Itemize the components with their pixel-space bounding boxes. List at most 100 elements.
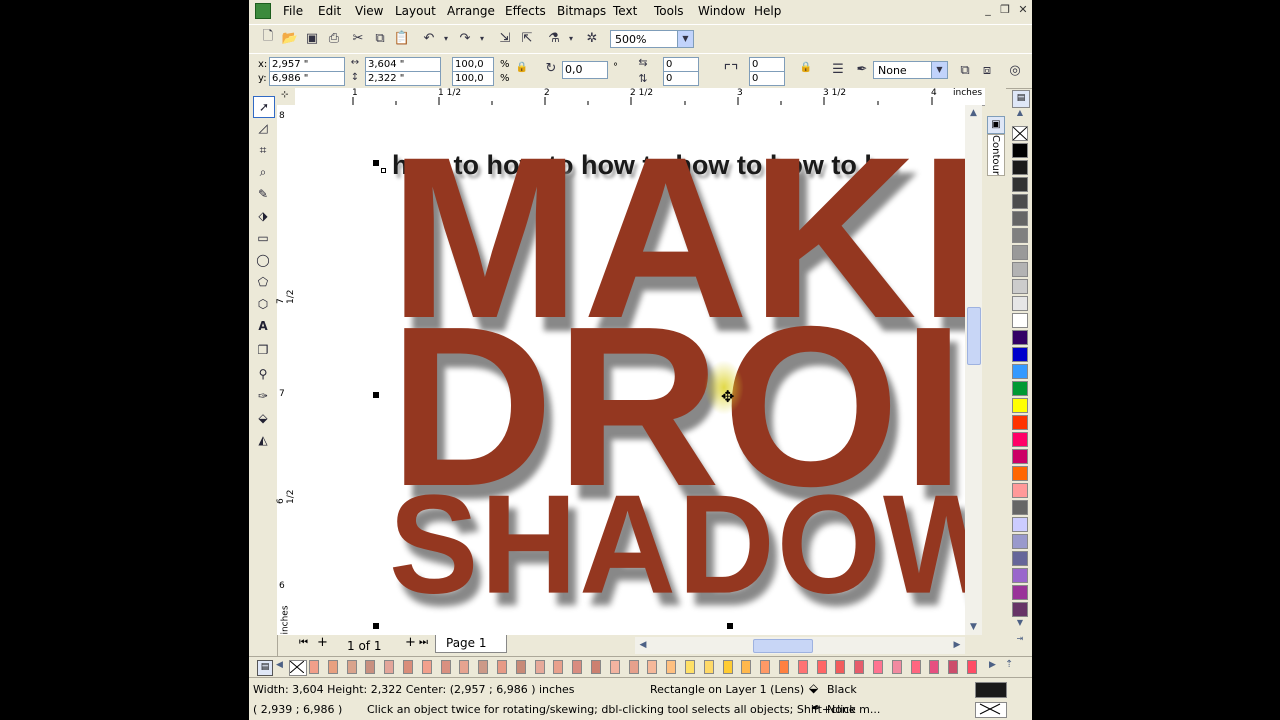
menu-window[interactable]: Window bbox=[698, 4, 745, 18]
import-icon[interactable]: ⇲ bbox=[495, 28, 515, 48]
palette-expand-icon[interactable]: ⇥ bbox=[1012, 634, 1028, 647]
save-icon[interactable]: ▣ bbox=[302, 28, 322, 48]
chevron-down-icon[interactable]: ▼ bbox=[677, 31, 693, 47]
document-palette-swatch[interactable] bbox=[873, 660, 883, 674]
to-front-icon[interactable]: ⧉ bbox=[955, 60, 975, 80]
undo-dropdown-icon[interactable]: ▾ bbox=[436, 28, 456, 48]
palette-swatch[interactable] bbox=[1012, 449, 1028, 464]
palette-swatch[interactable] bbox=[1012, 228, 1028, 243]
corner-roundness-2[interactable]: 0 bbox=[663, 71, 699, 86]
document-palette-swatch[interactable] bbox=[553, 660, 564, 674]
outline-width-combo[interactable]: None ▼ bbox=[873, 61, 948, 79]
palette-swatch[interactable] bbox=[1012, 602, 1028, 617]
corner-roundness-1[interactable]: 0 bbox=[663, 57, 699, 72]
document-palette-swatch[interactable] bbox=[685, 660, 695, 674]
menu-layout[interactable]: Layout bbox=[395, 4, 436, 18]
scale-y-field[interactable]: 100,0 bbox=[452, 71, 494, 86]
palette-swatch[interactable] bbox=[1012, 585, 1028, 600]
palette-swatch[interactable] bbox=[1012, 415, 1028, 430]
document-palette-swatch[interactable] bbox=[384, 660, 395, 674]
palette-swatch[interactable] bbox=[1012, 347, 1028, 362]
scroll-down-icon[interactable]: ▼ bbox=[965, 619, 982, 635]
document-palette-swatch[interactable] bbox=[628, 660, 639, 674]
palette-swatch[interactable] bbox=[1012, 211, 1028, 226]
document-palette-swatch[interactable] bbox=[816, 660, 827, 674]
text-tool-icon[interactable]: A bbox=[253, 316, 273, 336]
selection-handle[interactable] bbox=[373, 160, 379, 166]
document-palette-swatch[interactable] bbox=[779, 660, 789, 674]
zoom-tool-icon[interactable]: ⌕ bbox=[253, 162, 273, 182]
docker-tab-icon[interactable]: ▣ bbox=[987, 116, 1005, 134]
palette-scroll-down-icon[interactable]: ▼ bbox=[1012, 618, 1028, 631]
copy-icon[interactable]: ⧉ bbox=[370, 28, 390, 48]
document-palette-swatch[interactable] bbox=[346, 660, 357, 674]
drawing-canvas[interactable]: how to how to how to how to how to ho MA… bbox=[295, 105, 965, 635]
crop-tool-icon[interactable]: ⌗ bbox=[253, 140, 273, 160]
palette-swatch[interactable] bbox=[1012, 279, 1028, 294]
y-position-field[interactable]: 6,986 " bbox=[269, 71, 345, 86]
add-page-icon[interactable]: + bbox=[317, 635, 328, 650]
scroll-left-icon[interactable]: ◀ bbox=[276, 660, 283, 670]
palette-swatch[interactable] bbox=[1012, 313, 1028, 328]
palette-swatch[interactable] bbox=[1012, 381, 1028, 396]
open-file-icon[interactable]: 📂 bbox=[280, 28, 300, 48]
palette-scroll-up-icon[interactable]: ▲ bbox=[1012, 108, 1028, 121]
menu-help[interactable]: Help bbox=[754, 4, 781, 18]
palette-swatch[interactable] bbox=[1012, 364, 1028, 379]
corner-roundness-3[interactable]: 0 bbox=[749, 57, 785, 72]
menu-view[interactable]: View bbox=[355, 4, 383, 18]
document-palette-swatch[interactable] bbox=[797, 660, 808, 674]
menu-text[interactable]: Text bbox=[613, 4, 637, 18]
document-palette-swatch[interactable] bbox=[609, 660, 620, 674]
page-tab[interactable]: Page 1 bbox=[435, 635, 507, 653]
document-palette-swatch[interactable] bbox=[835, 660, 846, 674]
palette-swatch[interactable] bbox=[1012, 245, 1028, 260]
rotate-icon[interactable]: ↻ bbox=[543, 60, 559, 76]
document-palette-swatch[interactable] bbox=[666, 660, 677, 674]
paste-icon[interactable]: 📋 bbox=[392, 28, 412, 48]
vertical-scrollbar[interactable]: ▲ ▼ bbox=[965, 105, 982, 635]
vertical-ruler[interactable]: 8 7 1/2 7 6 1/2 6 inches bbox=[276, 105, 296, 635]
palette-swatch[interactable] bbox=[1012, 330, 1028, 345]
scroll-thumb[interactable] bbox=[753, 639, 813, 653]
palette-swatch[interactable] bbox=[1012, 296, 1028, 311]
ruler-origin[interactable]: ⊹ bbox=[277, 88, 295, 105]
document-palette-swatch[interactable] bbox=[403, 660, 413, 674]
document-palette-swatch[interactable] bbox=[327, 660, 338, 674]
launcher-dropdown-icon[interactable]: ▾ bbox=[561, 28, 581, 48]
palette-swatch[interactable] bbox=[1012, 500, 1028, 515]
pick-tool-icon[interactable]: ➚ bbox=[253, 96, 275, 118]
horizontal-ruler[interactable]: 1 1 1/2 2 2 1/2 3 3 1/2 4 inches bbox=[295, 88, 985, 106]
palette-expand-icon[interactable]: ⇡ bbox=[1005, 659, 1013, 670]
scroll-thumb[interactable] bbox=[967, 307, 981, 365]
no-color-swatch[interactable] bbox=[1012, 126, 1028, 141]
scroll-left-icon[interactable]: ◀ bbox=[635, 637, 651, 654]
document-palette-swatch[interactable] bbox=[722, 660, 733, 674]
menu-tools[interactable]: Tools bbox=[654, 4, 684, 18]
x-position-field[interactable]: 2,957 " bbox=[269, 57, 345, 72]
horizontal-scrollbar[interactable]: ◀ ▶ bbox=[635, 637, 965, 654]
close-icon[interactable]: ✕ bbox=[1015, 3, 1031, 18]
document-palette-swatch[interactable] bbox=[891, 660, 902, 674]
width-field[interactable]: 3,604 " bbox=[365, 57, 441, 72]
new-file-icon[interactable]: 🗋 bbox=[258, 28, 278, 48]
scale-x-field[interactable]: 100,0 bbox=[452, 57, 494, 72]
document-palette-swatch[interactable] bbox=[929, 660, 940, 674]
palette-swatch[interactable] bbox=[1012, 143, 1028, 158]
freehand-tool-icon[interactable]: ✎ bbox=[253, 184, 273, 204]
document-palette-swatch[interactable] bbox=[309, 660, 319, 674]
palette-swatch[interactable] bbox=[1012, 568, 1028, 583]
polygon-tool-icon[interactable]: ⬠ bbox=[253, 272, 273, 292]
palette-menu-icon[interactable]: ▤ bbox=[257, 660, 273, 676]
export-icon[interactable]: ⇱ bbox=[517, 28, 537, 48]
document-palette-swatch[interactable] bbox=[967, 660, 977, 674]
lock-ratio-icon[interactable]: 🔒 bbox=[515, 60, 529, 74]
add-page-after-icon[interactable]: + bbox=[405, 635, 416, 650]
document-palette-swatch[interactable] bbox=[591, 660, 601, 674]
outline-tool-icon[interactable]: ✑ bbox=[253, 386, 273, 406]
outline-color-swatch[interactable] bbox=[975, 702, 1007, 718]
minimize-icon[interactable]: _ bbox=[980, 3, 996, 18]
document-palette-swatch[interactable] bbox=[365, 660, 376, 674]
chevron-down-icon[interactable]: ▼ bbox=[931, 62, 947, 78]
shadow-text[interactable]: SHADOW bbox=[389, 474, 965, 616]
